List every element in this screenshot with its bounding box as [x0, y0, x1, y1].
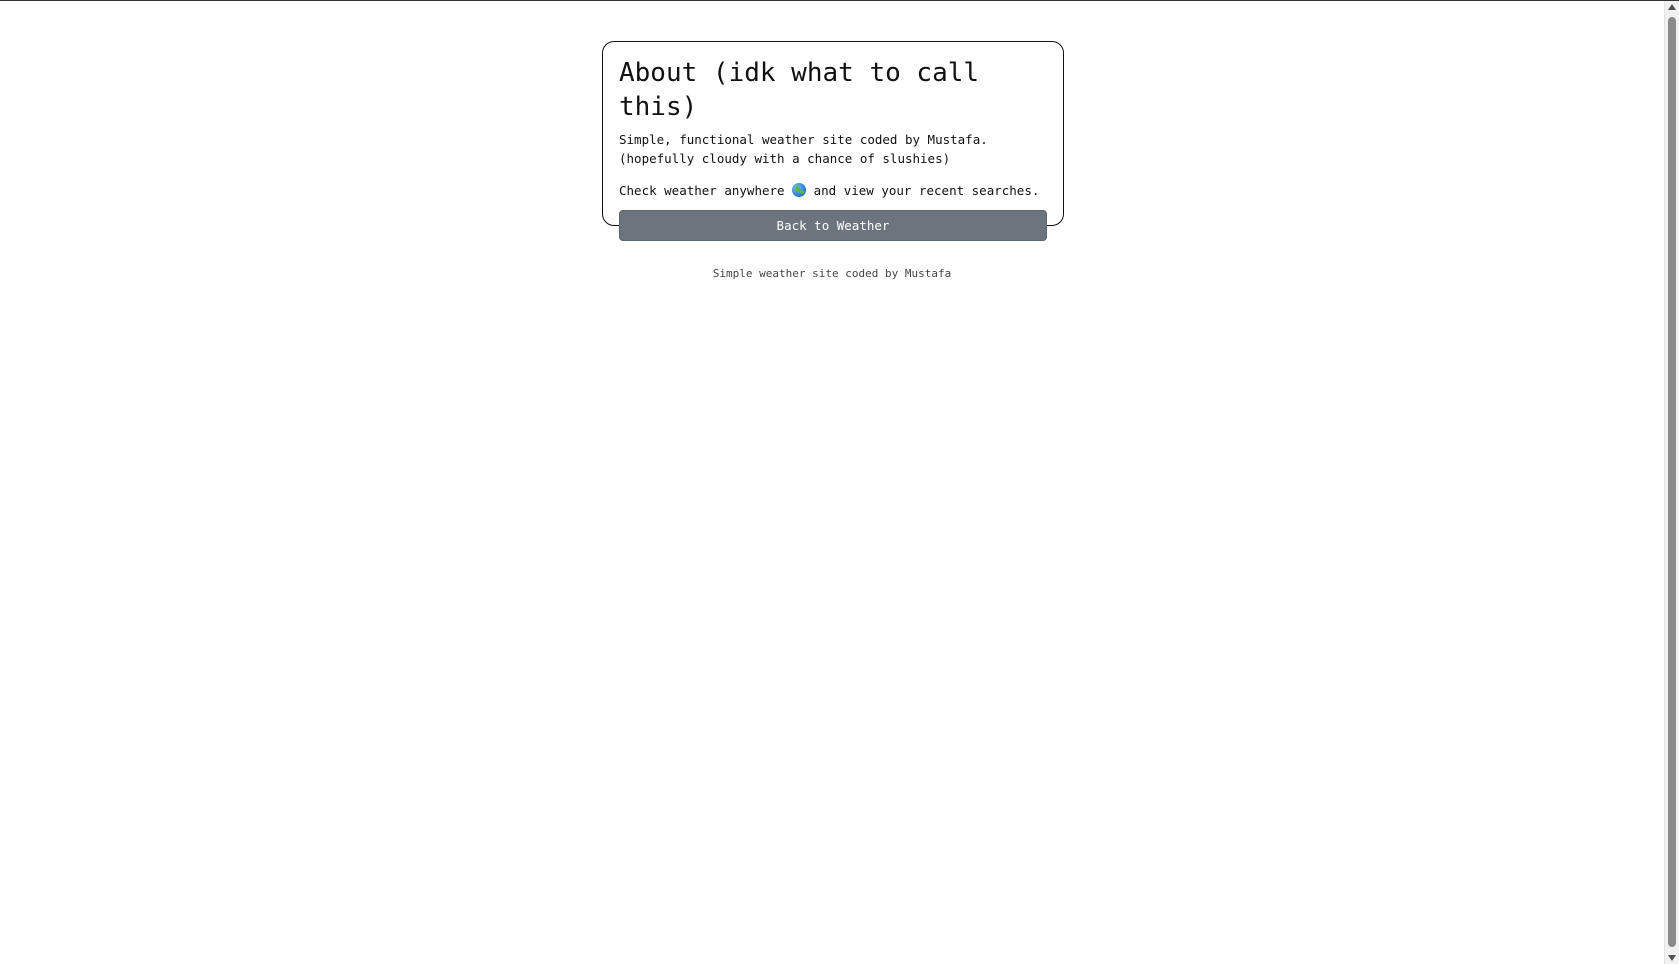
about-card: About (idk what to call this) Simple, fu… — [602, 41, 1064, 241]
about-description: Simple, functional weather site coded by… — [619, 132, 988, 166]
features-text-start: Check weather anywhere — [619, 183, 793, 198]
scroll-down-arrow-icon[interactable] — [1668, 955, 1676, 961]
globe-icon — [792, 183, 807, 197]
features-text-end: and view your recent searches. — [806, 183, 1040, 198]
scrollbar-thumb[interactable] — [1668, 17, 1676, 947]
footer-text: Simple weather site coded by Mustafa — [712, 267, 952, 280]
about-features: Check weather anywhere and view your rec… — [619, 181, 1047, 200]
vertical-scrollbar[interactable] — [1664, 1, 1679, 964]
back-to-weather-button[interactable]: Back to Weather — [619, 210, 1047, 241]
page-title: About (idk what to call this) — [619, 58, 980, 122]
scroll-up-arrow-icon[interactable] — [1668, 4, 1676, 10]
